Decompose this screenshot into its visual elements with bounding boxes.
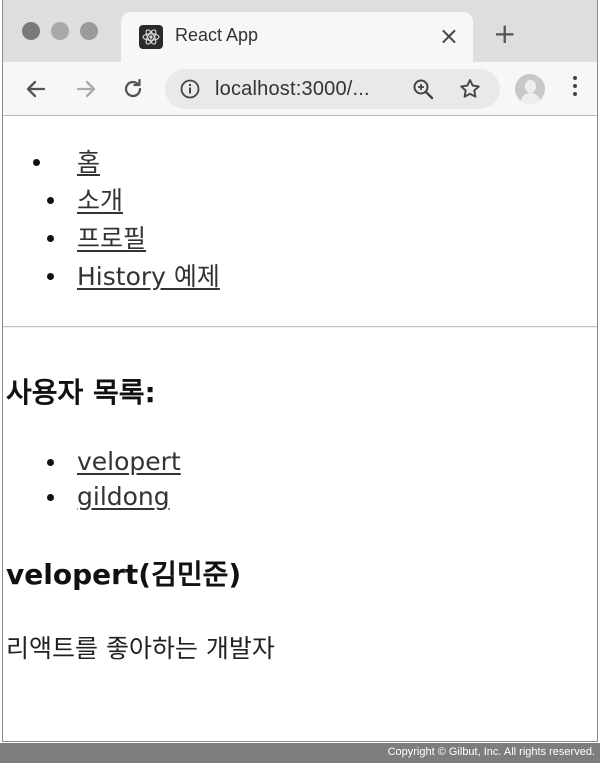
url-text[interactable]: localhost:3000/...: [215, 78, 370, 101]
main-nav: 홈 소개 프로필 History 예제: [33, 147, 220, 299]
minimize-window-button[interactable]: [51, 22, 69, 40]
react-logo-icon: [139, 25, 163, 49]
list-item: gildong: [47, 481, 181, 516]
nav-item-history: History 예제: [47, 261, 220, 299]
browser-window: React App × + localhost:3000/... 홈 소개 프로…: [2, 0, 598, 742]
profile-name: velopert(김민준): [6, 558, 242, 591]
close-tab-icon[interactable]: ×: [439, 22, 459, 50]
tab-strip: React App × +: [3, 0, 597, 62]
profile-description: 리액트를 좋아하는 개발자: [6, 634, 275, 663]
nav-item-profile: 프로필: [47, 223, 220, 261]
tab-react-app[interactable]: React App ×: [121, 12, 473, 62]
address-bar[interactable]: localhost:3000/...: [165, 69, 500, 109]
maximize-window-button[interactable]: [80, 22, 98, 40]
user-list: velopert gildong: [47, 446, 181, 516]
divider: [3, 326, 597, 328]
nav-item-about: 소개: [47, 185, 220, 223]
section-title: 사용자 목록:: [6, 376, 156, 409]
nav-link-history[interactable]: History 예제: [77, 262, 220, 291]
zoom-icon[interactable]: [411, 77, 435, 105]
user-link-velopert[interactable]: velopert: [77, 447, 181, 476]
arrow-right-icon[interactable]: [73, 76, 99, 102]
list-item: velopert: [47, 446, 181, 481]
user-link-gildong[interactable]: gildong: [77, 482, 170, 511]
reload-icon[interactable]: [120, 76, 146, 102]
page-content: 홈 소개 프로필 History 예제 사용자 목록: velopert gil…: [3, 117, 597, 742]
copyright-bar: Copyright © Gilbut, Inc. All rights rese…: [0, 743, 600, 763]
arrow-left-icon[interactable]: [23, 76, 49, 102]
close-window-button[interactable]: [22, 22, 40, 40]
nav-item-home: 홈: [33, 147, 220, 185]
nav-link-about[interactable]: 소개: [77, 186, 123, 215]
new-tab-button[interactable]: +: [493, 20, 516, 48]
browser-toolbar: localhost:3000/...: [3, 62, 597, 116]
nav-link-profile[interactable]: 프로필: [77, 224, 146, 253]
nav-link-home[interactable]: 홈: [77, 148, 100, 177]
window-controls: [22, 22, 98, 40]
kebab-menu-icon[interactable]: [573, 76, 577, 96]
avatar-icon[interactable]: [515, 74, 545, 104]
tab-title: React App: [175, 25, 259, 45]
info-icon[interactable]: [179, 78, 201, 104]
star-icon[interactable]: [458, 77, 482, 105]
copyright-text: Copyright © Gilbut, Inc. All rights rese…: [387, 746, 595, 758]
